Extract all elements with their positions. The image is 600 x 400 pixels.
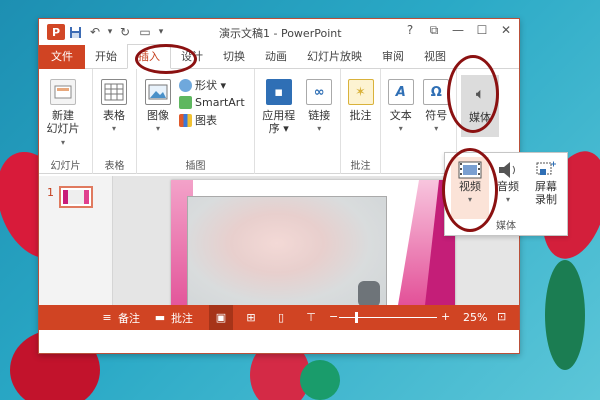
undo-dropdown[interactable]: ▾: [105, 22, 115, 42]
tab-view[interactable]: 视图: [414, 45, 456, 69]
tab-insert[interactable]: 插入: [127, 44, 171, 69]
notes-button[interactable]: ≡ 备注: [99, 310, 140, 326]
maximize-button[interactable]: ☐: [473, 23, 491, 38]
text-button[interactable]: A 文本 ▾: [385, 73, 417, 174]
powerpoint-logo-icon: P: [47, 24, 65, 40]
tab-transitions[interactable]: 切换: [213, 45, 255, 69]
slideshow-icon: ▭: [139, 25, 151, 39]
window-title: 演示文稿1 - PowerPoint: [219, 27, 342, 40]
undo-button[interactable]: ↶: [85, 22, 105, 42]
smartart-icon: [179, 96, 192, 109]
start-slideshow-button[interactable]: ▭: [135, 22, 155, 42]
shapes-button[interactable]: 形状 ▾: [179, 77, 245, 93]
customize-quick-access[interactable]: ▾: [155, 22, 167, 42]
zoom-in-button[interactable]: +: [441, 310, 450, 323]
ribbon-tabs: 文件 开始 插入 设计 切换 动画 幻灯片放映 审阅 视图: [39, 44, 519, 69]
tab-review[interactable]: 审阅: [372, 45, 414, 69]
zoom-slider-track[interactable]: [339, 317, 437, 318]
slide-sorter-icon: ⊞: [246, 311, 256, 324]
links-button[interactable]: ∞ 链接 ▾: [302, 73, 336, 174]
group-label-comments: 批注: [350, 161, 371, 172]
reading-view-icon: ▯: [277, 311, 285, 324]
group-tables: 表格 ▾ 表格: [93, 69, 137, 174]
film-strip-icon: [458, 161, 482, 179]
group-label-tables: 表格: [104, 161, 125, 172]
floppy-disk-icon: [69, 26, 81, 38]
slide-sorter-button[interactable]: ⊞: [243, 311, 259, 325]
apps-button[interactable]: ▪ 应用程 序 ▾: [259, 73, 298, 174]
video-button[interactable]: 视频 ▾: [451, 157, 489, 219]
ribbon-display-options-button[interactable]: ⧉: [425, 23, 443, 38]
slide-number: 1: [47, 186, 54, 199]
redo-button[interactable]: ↻: [115, 22, 135, 42]
tab-home[interactable]: 开始: [85, 45, 127, 69]
group-label-slides: 幻灯片: [50, 161, 81, 172]
text-box-icon: A: [387, 79, 414, 105]
slideshow-view-button[interactable]: ⊤: [303, 311, 319, 325]
omega-icon: Ω: [423, 79, 450, 105]
comment-icon: ✶: [347, 79, 374, 105]
audio-button[interactable]: 音频 ▾: [489, 157, 527, 219]
group-label-illustrations: 插图: [185, 161, 206, 172]
comments-button[interactable]: ▬ 批注: [152, 310, 193, 326]
speaker-icon: [499, 162, 515, 178]
slide-video-placeholder[interactable]: [187, 196, 387, 314]
link-icon: ∞: [306, 79, 333, 105]
normal-view-icon: ▣: [215, 311, 227, 324]
table-icon: [101, 79, 127, 105]
save-button[interactable]: [65, 22, 85, 42]
group-apps-links: ▪ 应用程 序 ▾ ∞ 链接 ▾: [255, 69, 341, 174]
help-button[interactable]: ?: [401, 23, 419, 38]
apps-store-icon: ▪: [265, 79, 292, 105]
tab-file[interactable]: 文件: [39, 44, 85, 69]
zoom-level[interactable]: 25%: [463, 311, 487, 324]
screen-recording-button[interactable]: 屏幕 录制: [527, 157, 565, 219]
media-button[interactable]: 🔈︎ 媒体: [461, 75, 499, 137]
speaker-icon: 🔈︎: [476, 86, 484, 102]
normal-view-button[interactable]: ▣: [209, 305, 233, 330]
slide-thumbnail[interactable]: [59, 186, 93, 208]
shapes-icon: [179, 78, 192, 92]
slideshow-icon: ⊤: [306, 311, 316, 324]
picture-icon: [145, 79, 171, 105]
background-leaf: [300, 360, 340, 400]
group-illustrations: 图像 ▾ 形状 ▾ SmartArt 图表 插图: [137, 69, 255, 174]
chart-button[interactable]: 图表: [179, 112, 245, 128]
zoom-out-button[interactable]: −: [329, 310, 338, 323]
chart-icon: [179, 113, 192, 127]
media-flyout-panel: 视频 ▾ 音频 ▾ 屏幕 录制 媒体: [444, 152, 568, 236]
status-bar: ≡ 备注 ▬ 批注 ▣ ⊞ ▯ ⊤ − + 25% ⊡: [39, 305, 519, 330]
close-button[interactable]: ✕: [497, 23, 515, 38]
group-slides: 新建 幻灯片 ▾ 幻灯片: [39, 69, 93, 174]
reading-view-button[interactable]: ▯: [273, 311, 289, 325]
fit-slide-icon[interactable]: ⊡: [497, 310, 506, 323]
smartart-button[interactable]: SmartArt: [179, 96, 245, 109]
slide-canvas[interactable]: [171, 180, 455, 323]
video-thumbnail-corner-image: [358, 281, 380, 307]
group-label-media: 媒体: [496, 221, 516, 232]
tab-animations[interactable]: 动画: [255, 45, 297, 69]
notes-icon: ≡: [102, 311, 112, 324]
window-controls: ? ⧉ — ☐ ✕: [401, 23, 515, 38]
minimize-button[interactable]: —: [449, 23, 467, 38]
undo-icon: ↶: [89, 25, 101, 39]
background-stem: [545, 260, 585, 370]
redo-icon: ↻: [119, 25, 131, 39]
screen-recording-icon: [536, 161, 556, 175]
group-comments: ✶ 批注 批注: [341, 69, 381, 174]
title-bar: P ↶ ▾ ↻ ▭ ▾ 演示文稿1 - PowerPoint ? ⧉ — ☐ ✕: [39, 19, 519, 45]
tab-slideshow[interactable]: 幻灯片放映: [297, 45, 372, 69]
new-slide-icon: [50, 79, 76, 105]
tab-design[interactable]: 设计: [171, 45, 213, 69]
zoom-slider-thumb[interactable]: [354, 312, 358, 323]
comment-icon: ▬: [154, 311, 166, 324]
